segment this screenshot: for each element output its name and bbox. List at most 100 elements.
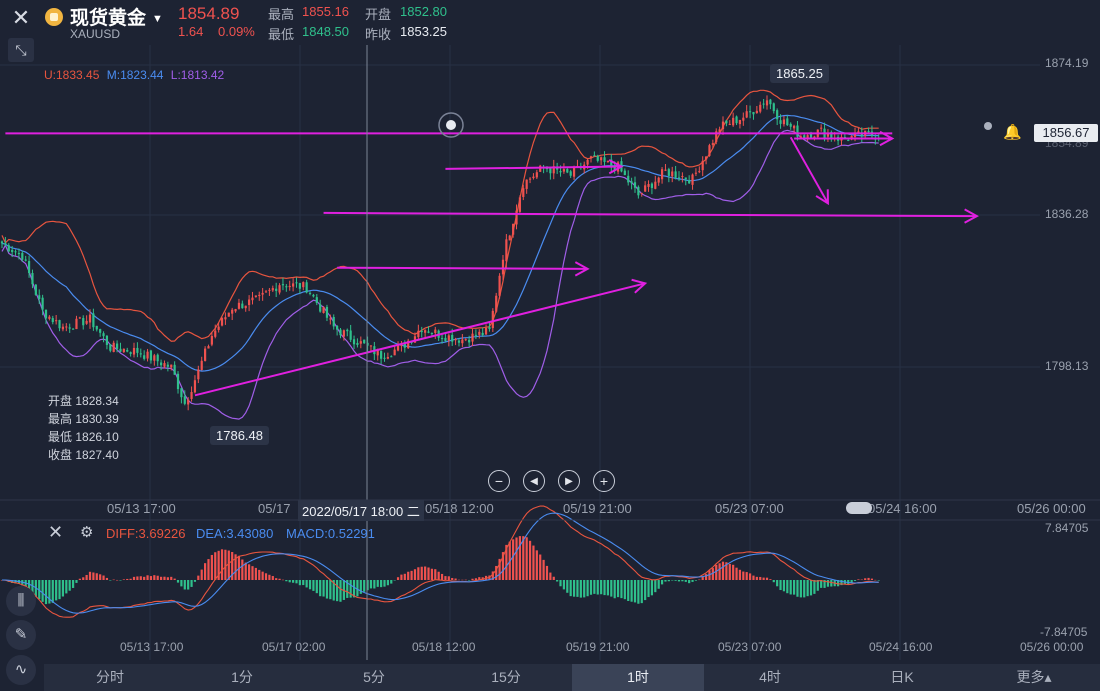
close-icon[interactable]: ✕	[8, 6, 34, 30]
macd-histogram-bar	[464, 579, 467, 581]
macd-histogram-bar	[576, 580, 579, 597]
tab-more[interactable]: 更多▴	[968, 664, 1100, 691]
macd-histogram-bar	[671, 580, 674, 581]
macd-histogram-bar	[278, 578, 281, 580]
y-tick-3: 1798.13	[1045, 359, 1089, 373]
close-macd-icon[interactable]: ✕	[48, 522, 63, 543]
x-tick-6: 05/24 16:00	[868, 501, 937, 516]
macd-histogram-bar	[667, 580, 670, 582]
step-forward-button[interactable]: ▶	[558, 470, 580, 492]
candle-body	[119, 348, 122, 352]
macd-histogram-bar	[792, 580, 796, 595]
candle-body	[457, 340, 461, 343]
drag-handle-dot[interactable]	[446, 120, 456, 130]
bell-icon[interactable]: 🔔	[1003, 123, 1022, 141]
gear-icon[interactable]: ⚙	[80, 523, 93, 541]
candle-body	[71, 328, 75, 330]
macd-histogram-bar	[271, 576, 274, 580]
candle-body	[248, 299, 251, 306]
candle-body	[386, 357, 389, 359]
candle-body	[786, 118, 789, 126]
candlestick-icon[interactable]: ⫼	[6, 586, 36, 616]
candle-body	[606, 160, 610, 163]
line-end-handle[interactable]	[984, 122, 992, 130]
candle-body	[525, 179, 528, 189]
tab-1hour[interactable]: 1时	[572, 664, 704, 691]
macd-histogram-bar	[688, 580, 691, 584]
candle-body	[7, 245, 10, 252]
candle-body	[126, 349, 129, 352]
macd-histogram-bar	[630, 580, 633, 602]
macd-histogram-bar	[613, 580, 616, 599]
tab-daily[interactable]: 日K	[836, 664, 968, 691]
pencil-icon[interactable]: ✎	[6, 620, 36, 650]
candle-body	[369, 345, 373, 347]
tab-4hour[interactable]: 4时	[704, 664, 836, 691]
step-back-button[interactable]: ◀	[523, 470, 545, 492]
macd-histogram-bar	[776, 580, 779, 587]
candle-body	[31, 272, 34, 285]
macd-histogram-bar	[417, 567, 420, 580]
tab-15min[interactable]: 15分	[440, 664, 572, 691]
tab-1min[interactable]: 1分	[176, 664, 308, 691]
candle-body	[99, 329, 102, 333]
candle-body	[447, 335, 450, 341]
candle-body	[728, 123, 731, 125]
macd-histogram-bar	[264, 573, 268, 580]
candle-body	[383, 357, 386, 359]
candle-body	[681, 176, 684, 178]
candle-body	[122, 348, 125, 353]
macd-histogram-bar	[220, 549, 224, 580]
macd-histogram-bar	[248, 564, 251, 580]
macd-histogram-bar	[572, 580, 576, 597]
candle-body	[27, 261, 31, 274]
candle-body	[85, 320, 88, 324]
tab-5min[interactable]: 5分	[308, 664, 440, 691]
macd-histogram-bar	[258, 569, 261, 580]
candle-body	[156, 354, 159, 362]
candle-body	[478, 331, 481, 335]
shrink-icon[interactable]: ⤡	[8, 38, 34, 62]
zoom-out-button[interactable]: −	[488, 470, 510, 492]
candle-body	[748, 111, 752, 113]
macd-histogram-bar	[874, 579, 877, 581]
indicator-icon[interactable]: ∿	[6, 655, 36, 685]
macd-histogram-bar	[718, 563, 721, 580]
candle-body	[146, 351, 149, 359]
candle-body	[698, 171, 701, 173]
macd-histogram-bar	[657, 580, 660, 589]
macd-histogram-bar	[183, 580, 186, 590]
candle-body	[755, 110, 758, 113]
macd-histogram-bar	[440, 573, 444, 580]
tab-timeshare[interactable]: 分时	[44, 664, 176, 691]
scroll-handle[interactable]	[846, 502, 872, 514]
candle-body	[109, 344, 112, 351]
macd-histogram-bar	[596, 580, 599, 595]
candle-body	[762, 103, 765, 105]
instrument-title[interactable]: 现货黄金 ▼	[70, 3, 163, 30]
macd-histogram-bar	[704, 574, 708, 580]
candle-body	[251, 297, 254, 301]
macd-histogram-bar	[654, 580, 657, 593]
candle-body	[82, 318, 85, 326]
candle-body	[139, 353, 142, 355]
candle-body	[55, 320, 58, 322]
macd-x-tick-3: 05/18 12:00	[412, 640, 476, 654]
candle-body	[420, 331, 423, 333]
macd-histogram-bar	[765, 577, 769, 580]
zoom-in-button[interactable]: +	[593, 470, 615, 492]
macd-histogram-bar	[816, 580, 819, 591]
macd-histogram-bar	[308, 580, 312, 590]
macd-histogram-bar	[461, 579, 464, 581]
macd-histogram-bar	[322, 580, 325, 597]
candle-body	[292, 283, 295, 287]
candle-body	[268, 289, 271, 291]
candle-body	[454, 338, 457, 341]
candle-body	[339, 329, 342, 336]
macd-histogram-bar	[789, 580, 792, 595]
candle-body	[227, 312, 230, 317]
macd-histogram-bar	[424, 566, 427, 580]
macd-x-tick-2: 05/17 02:00	[262, 640, 326, 654]
candle-body	[776, 110, 779, 120]
candle-body	[718, 129, 721, 133]
